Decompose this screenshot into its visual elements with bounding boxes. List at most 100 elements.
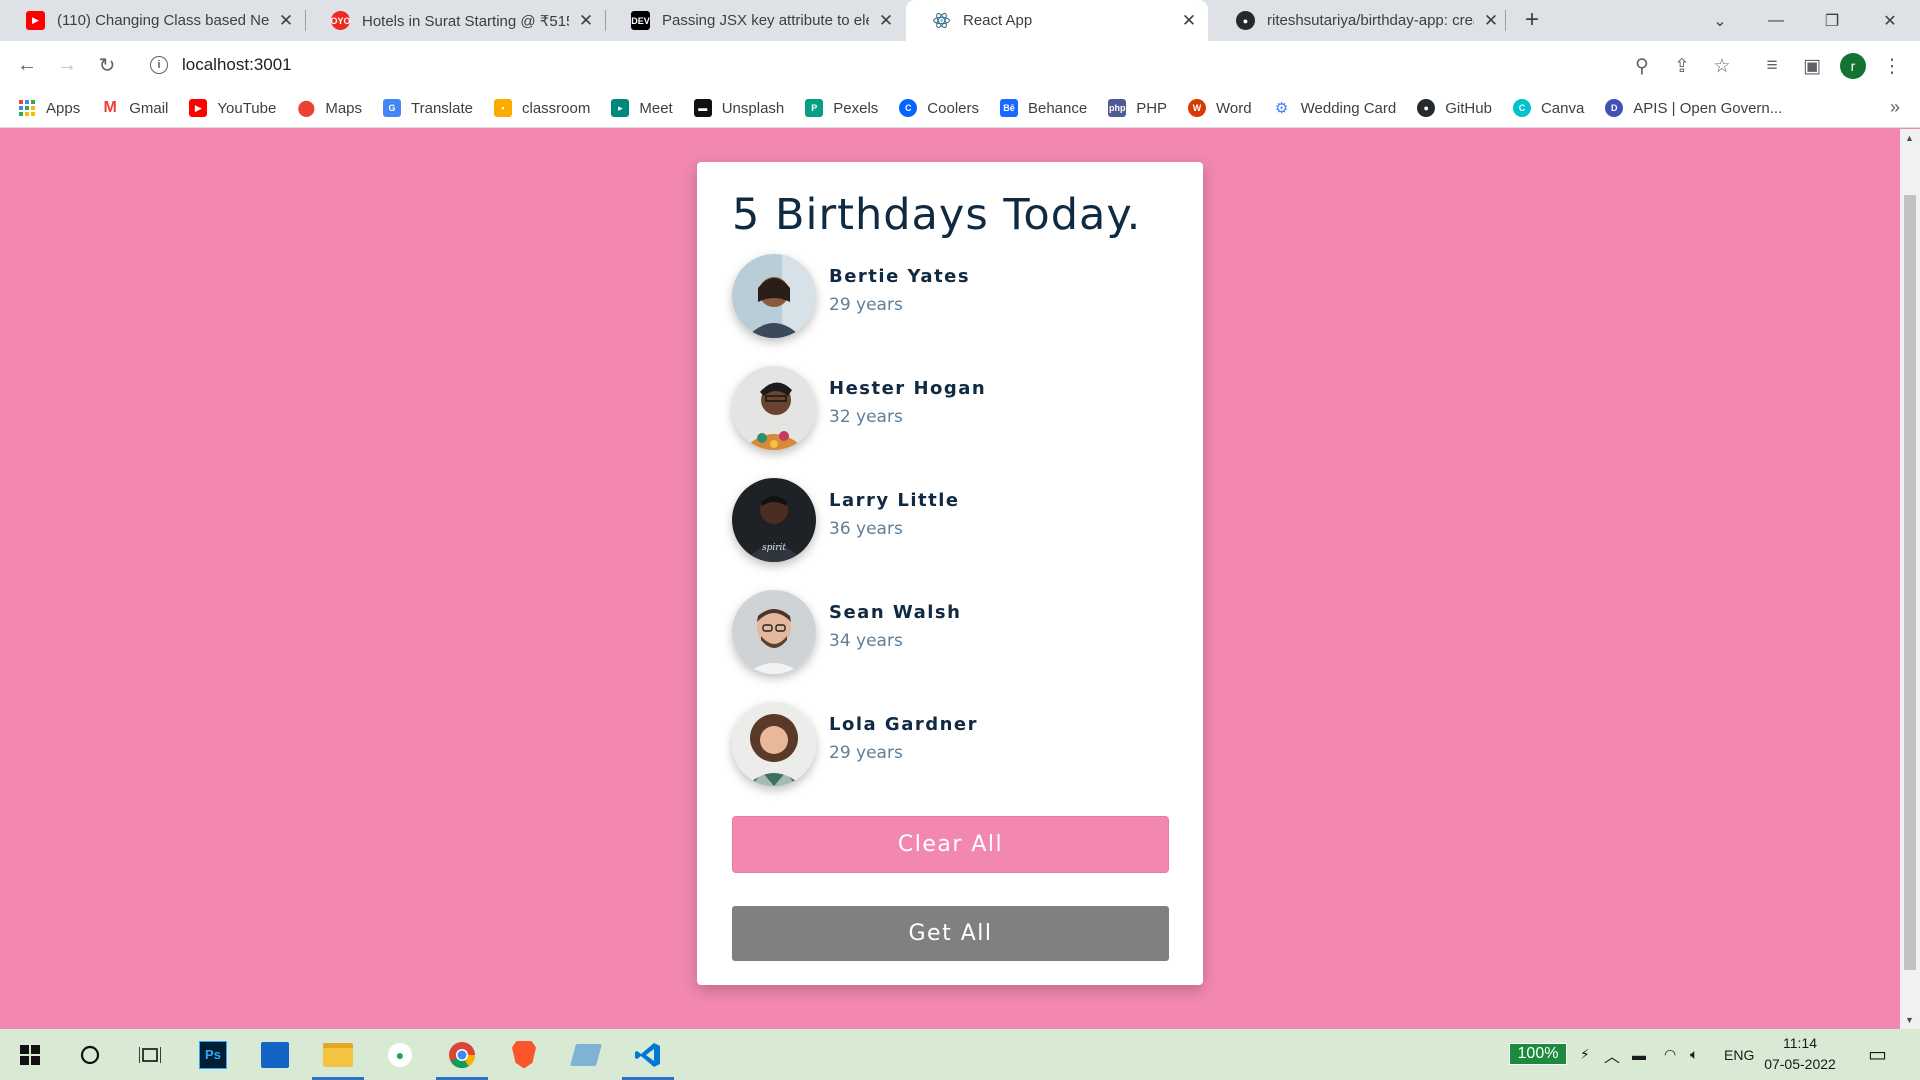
tab-github[interactable]: ● riteshsutariya/birthday-app: creat ✕ (1210, 0, 1510, 41)
search-circle-icon[interactable] (60, 1029, 120, 1080)
chrome-icon[interactable] (432, 1029, 492, 1080)
menu-kebab-icon[interactable]: ⋮ (1880, 54, 1904, 78)
tray-chevron-up-icon[interactable]: ︿ (1604, 1029, 1620, 1080)
avatar: spirit (732, 478, 816, 562)
youtube-icon: ▶ (26, 11, 45, 30)
system-clock[interactable]: 11:14 07-05-2022 (1760, 1033, 1840, 1075)
bookmark-word[interactable]: W Word (1188, 99, 1252, 117)
gmail-icon: M (103, 99, 117, 116)
browser-toolbar: ← → ↻ i localhost:3001 ⚲ ⇪ ☆ ≡ ▣ r ⋮ (0, 41, 1920, 89)
new-tab-plus-icon[interactable]: + (1518, 6, 1546, 34)
scroll-down-arrow-icon[interactable]: ▼ (1905, 1015, 1914, 1025)
bookmark-youtube[interactable]: ▶ YouTube (189, 99, 276, 117)
bookmark-label: Behance (1027, 99, 1088, 117)
battery-percentage[interactable]: 100% (1509, 1043, 1567, 1065)
windows-start-icon[interactable] (0, 1029, 60, 1080)
tab-oyo[interactable]: OYO Hotels in Surat Starting @ ₹515 - ✕ (305, 0, 605, 41)
bookmark-meet[interactable]: ▸ Meet (611, 99, 673, 117)
maps-icon: ⬤ (297, 100, 316, 117)
bookmark-label: Translate (411, 99, 473, 117)
close-icon[interactable]: ✕ (275, 10, 297, 32)
bookmark-label: APIS | Open Govern... (1633, 99, 1783, 117)
vscode-icon[interactable] (618, 1029, 678, 1080)
battery-icon[interactable]: ▬ (1632, 1029, 1646, 1080)
file-explorer-icon[interactable] (308, 1029, 368, 1080)
php-icon: php (1108, 99, 1127, 117)
bookmark-behance[interactable]: Bē Behance (999, 99, 1088, 117)
scroll-up-arrow-icon[interactable]: ▲ (1905, 133, 1914, 143)
close-icon[interactable]: ✕ (1480, 10, 1502, 32)
task-view-icon[interactable] (120, 1029, 180, 1080)
get-all-button[interactable]: Get All (732, 906, 1169, 961)
dev-icon: DEV (631, 11, 650, 30)
bookmark-apps[interactable]: Apps (18, 99, 80, 117)
back-arrow-icon[interactable]: ← (12, 50, 42, 80)
reload-icon[interactable]: ↻ (92, 50, 122, 80)
forward-arrow-icon[interactable]: → (52, 50, 82, 80)
scrollbar-thumb[interactable] (1904, 195, 1916, 970)
page-scrollbar[interactable]: ▲ ▼ (1900, 129, 1920, 1029)
bookmark-canva[interactable]: C Canva (1512, 99, 1585, 117)
bookmark-unsplash[interactable]: ▬ Unsplash (693, 99, 784, 117)
bookmark-github[interactable]: ● GitHub (1417, 99, 1492, 117)
close-icon[interactable]: ✕ (575, 10, 597, 32)
close-icon[interactable]: ✕ (875, 10, 897, 32)
wedding-card-icon: ⚙ (1274, 100, 1289, 117)
bookmark-php[interactable]: php PHP (1108, 99, 1167, 117)
window-close-icon[interactable]: ✕ (1864, 0, 1916, 41)
person-name: Bertie Yates (829, 266, 971, 287)
side-panel-icon[interactable]: ▣ (1800, 54, 1824, 78)
tab-dev[interactable]: DEV Passing JSX key attribute to elem ✕ (605, 0, 905, 41)
bookmark-label: Pexels (833, 99, 879, 117)
share-icon[interactable]: ⇪ (1670, 54, 1694, 78)
person-age: 36 years (829, 519, 903, 539)
bookmark-label: Gmail (129, 99, 169, 117)
minimize-icon[interactable]: — (1750, 0, 1802, 41)
tab-search-chevron-icon[interactable]: ⌄ (1694, 0, 1746, 41)
reading-list-icon[interactable]: ≡ (1760, 54, 1784, 78)
power-plug-icon: ⚡ (1580, 1046, 1590, 1062)
bookmark-label: Apps (46, 99, 81, 117)
bookmark-pexels[interactable]: P Pexels (805, 99, 878, 117)
profile-avatar[interactable]: r (1840, 53, 1866, 79)
language-indicator[interactable]: ENG (1724, 1029, 1754, 1080)
more-bookmarks-chevron-icon[interactable]: » (1890, 97, 1900, 118)
bookmark-gmail[interactable]: M Gmail (101, 99, 169, 117)
restore-icon[interactable]: ❐ (1806, 0, 1858, 41)
birthday-card: 5 Birthdays Today. Bertie Yates 29 years… (697, 162, 1203, 985)
microsoft-store-icon[interactable] (245, 1029, 305, 1080)
bookmark-classroom[interactable]: ▪ classroom (494, 99, 590, 117)
avatar (732, 590, 816, 674)
mongodb-compass-icon[interactable]: ● (370, 1029, 430, 1080)
close-icon[interactable]: ✕ (1178, 10, 1200, 32)
zoom-icon[interactable]: ⚲ (1630, 54, 1654, 78)
tab-react-app[interactable]: React App ✕ (906, 0, 1208, 41)
bookmark-wedding-card[interactable]: ⚙ Wedding Card (1273, 99, 1397, 118)
tab-youtube[interactable]: ▶ (110) Changing Class based New ✕ (0, 0, 305, 41)
volume-icon[interactable]: 🔈︎ (1690, 1029, 1698, 1080)
translate-icon: G (383, 99, 402, 117)
site-info-icon[interactable]: i (150, 56, 168, 74)
address-bar[interactable]: i localhost:3001 (136, 47, 1736, 83)
clear-all-button[interactable]: Clear All (732, 816, 1169, 873)
bookmark-label: Wedding Card (1300, 99, 1397, 117)
person-age: 32 years (829, 407, 903, 427)
tab-title: riteshsutariya/birthday-app: creat (1267, 12, 1474, 29)
person-name: Lola Gardner (829, 714, 979, 735)
list-item: Hester Hogan 32 years (732, 366, 1168, 478)
bookmark-translate[interactable]: G Translate (383, 99, 473, 117)
word-icon: W (1188, 99, 1207, 117)
bookmark-maps[interactable]: ⬤ Maps (297, 99, 362, 118)
pexels-icon: P (805, 99, 824, 117)
tab-title: Hotels in Surat Starting @ ₹515 - (362, 12, 569, 30)
wifi-icon[interactable]: ◠ (1664, 1029, 1676, 1080)
brave-icon[interactable] (494, 1029, 554, 1080)
notepad-icon[interactable] (556, 1029, 616, 1080)
apps-grid-icon (18, 99, 36, 117)
notification-center-icon[interactable]: ▭ (1868, 1029, 1887, 1080)
bookmark-apis[interactable]: D APIS | Open Govern... (1605, 99, 1782, 117)
photoshop-icon[interactable]: Ps (183, 1029, 243, 1080)
bookmark-label: Canva (1540, 99, 1585, 117)
star-bookmark-icon[interactable]: ☆ (1710, 54, 1734, 78)
bookmark-coolers[interactable]: C Coolers (899, 99, 979, 117)
